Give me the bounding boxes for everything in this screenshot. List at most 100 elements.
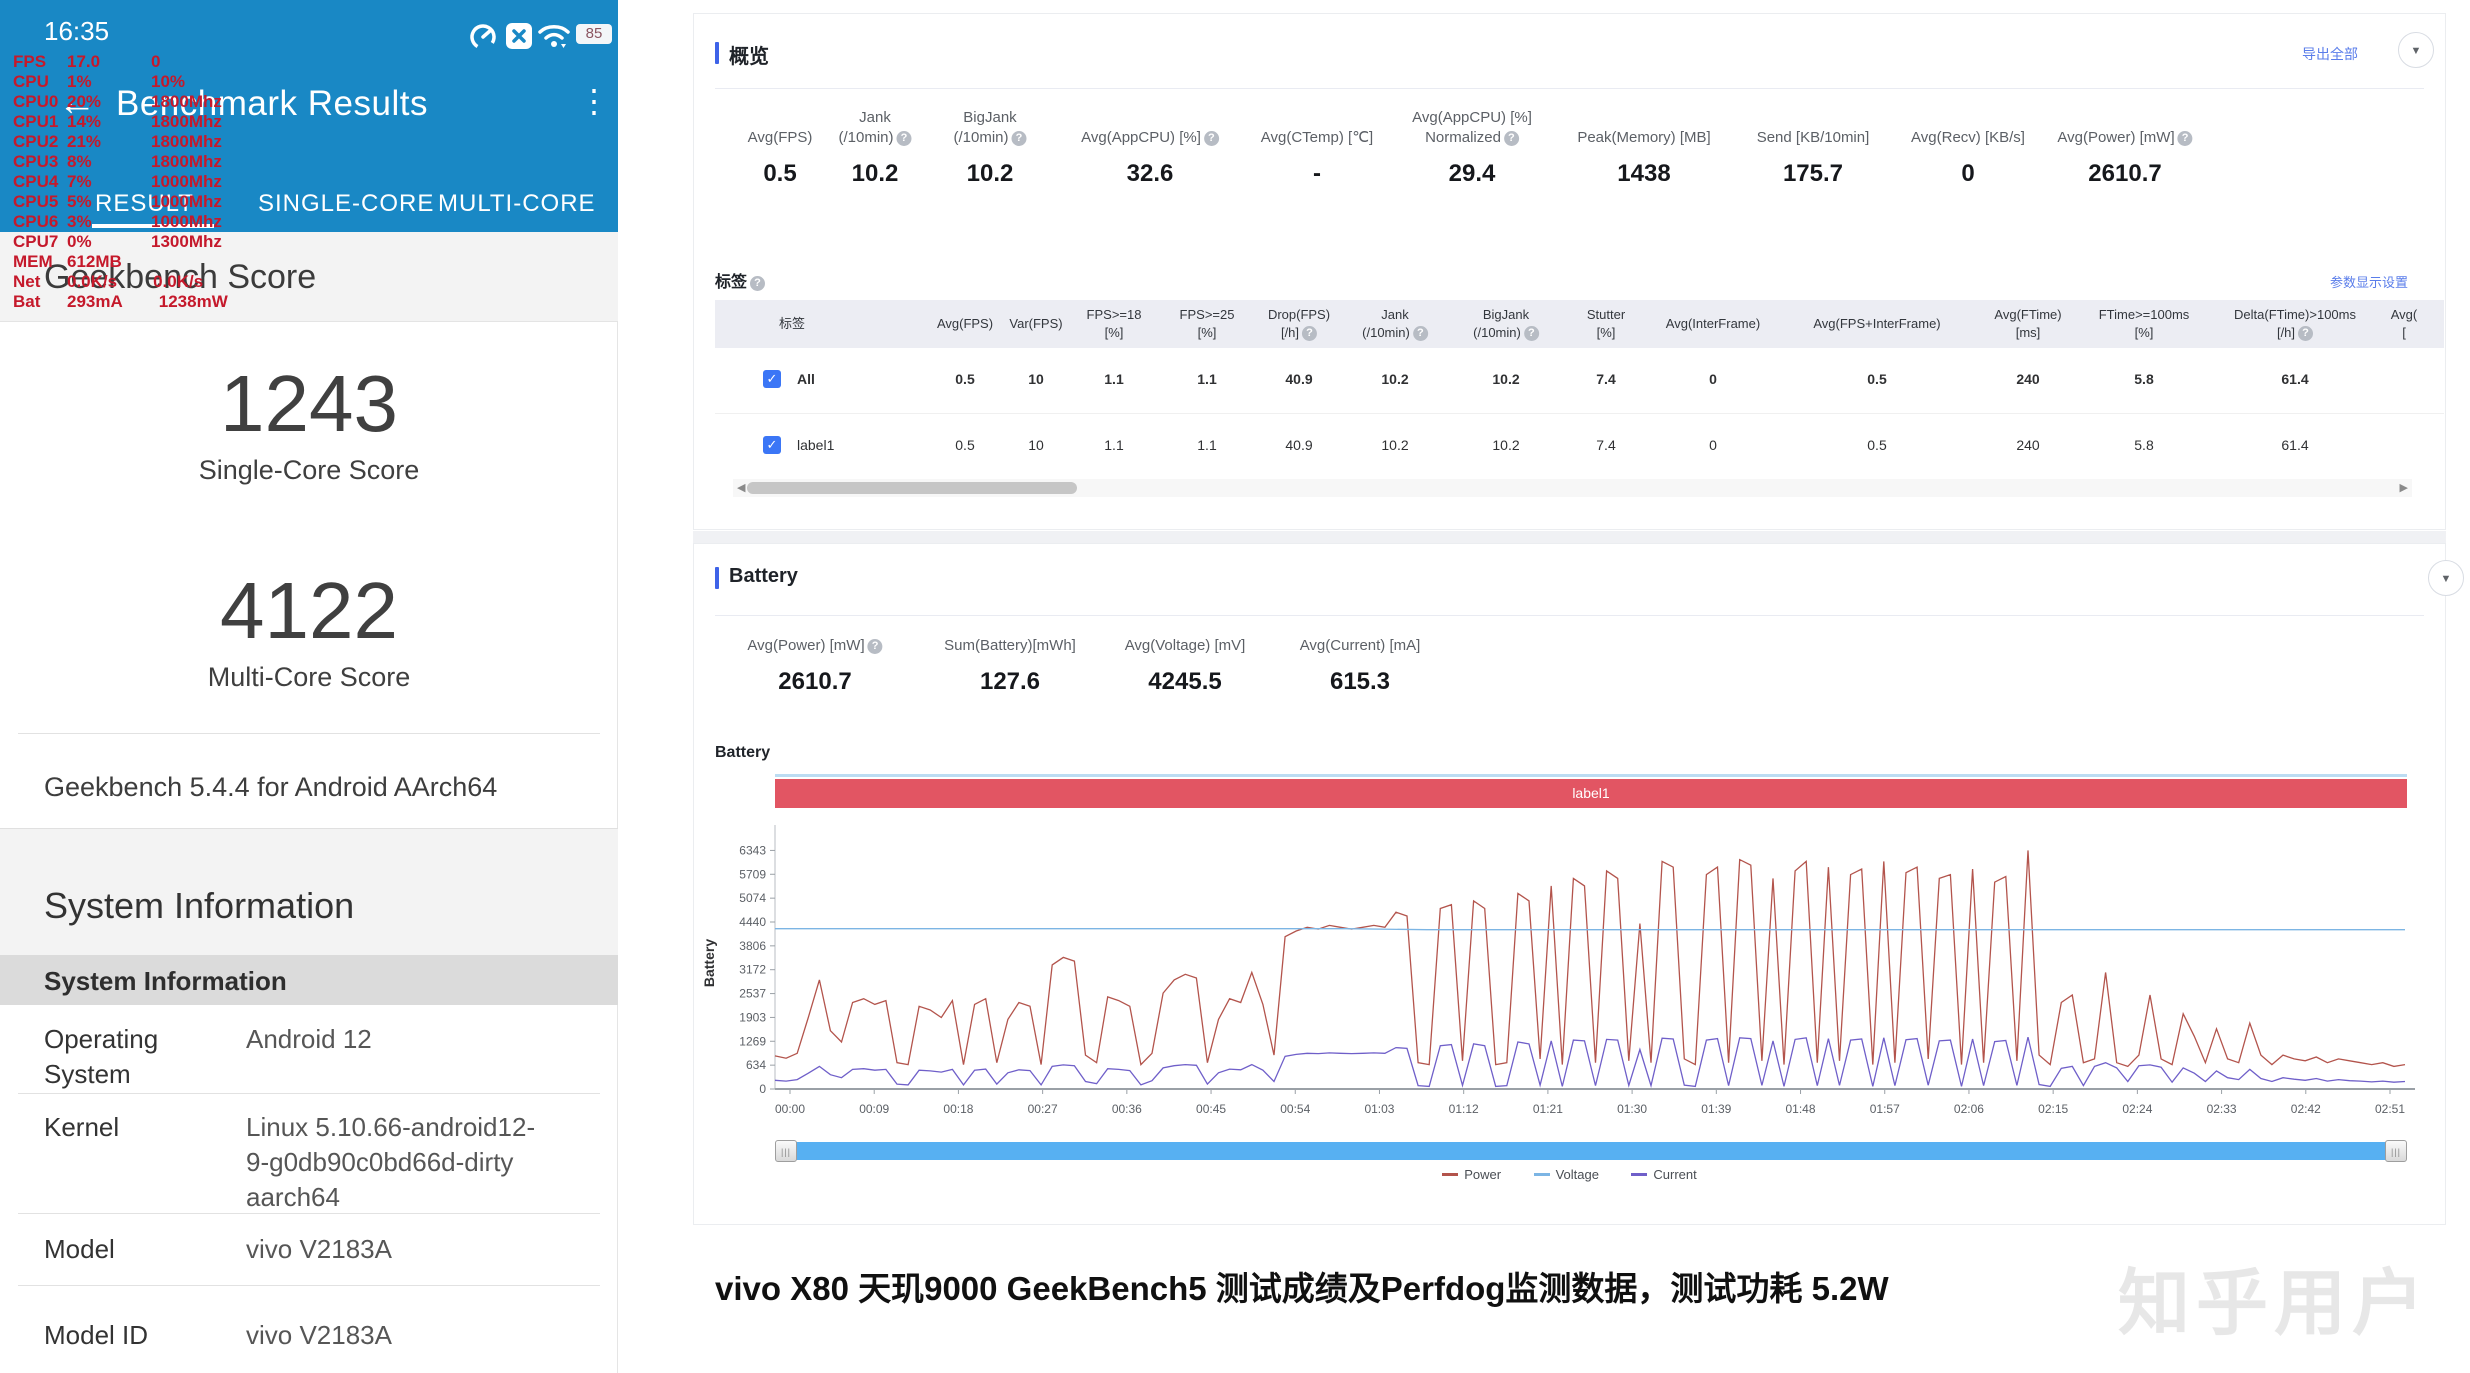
- table-header-cell: FTime>=100ms[%]: [2099, 306, 2190, 342]
- series-power: [775, 850, 2405, 1066]
- row-all-checkbox[interactable]: ✓: [763, 370, 781, 388]
- scroll-right-icon[interactable]: ▶: [2400, 481, 2408, 494]
- help-icon[interactable]: ?: [1504, 131, 1519, 146]
- table-cell: 1.1: [1197, 371, 1216, 387]
- table-cell: 0.5: [1867, 371, 1886, 387]
- os-value: Android 12: [246, 1022, 606, 1057]
- help-icon[interactable]: ?: [750, 276, 765, 291]
- table-cell: 40.9: [1285, 371, 1312, 387]
- perf-overlay-line: Net0.0K/s0.0K/s: [13, 272, 228, 292]
- svg-text:3806: 3806: [739, 939, 766, 953]
- perf-overlay-line: MEM612MB: [13, 252, 228, 272]
- help-icon[interactable]: ?: [868, 639, 883, 654]
- row-label1-label: label1: [797, 437, 834, 453]
- model-id-label: Model ID: [44, 1318, 244, 1353]
- single-core-score-label: Single-Core Score: [0, 455, 618, 486]
- overview-stat: Jank(/10min)?10.2: [838, 108, 911, 188]
- help-icon[interactable]: ?: [2298, 326, 2313, 341]
- svg-text:4440: 4440: [739, 915, 766, 929]
- help-icon[interactable]: ?: [2178, 131, 2193, 146]
- svg-text:00:00: 00:00: [775, 1102, 805, 1116]
- legend-current[interactable]: Current: [1631, 1167, 1696, 1182]
- svg-text:02:15: 02:15: [2038, 1102, 2068, 1116]
- legend-power[interactable]: Power: [1442, 1167, 1501, 1182]
- help-icon[interactable]: ?: [897, 131, 912, 146]
- chart-legend: Power Voltage Current: [693, 1166, 2446, 1184]
- help-icon[interactable]: ?: [1413, 326, 1428, 341]
- table-cell: 0.5: [955, 371, 974, 387]
- help-icon[interactable]: ?: [1012, 131, 1027, 146]
- perf-overlay-line: CPU63%1000Mhz: [13, 212, 228, 232]
- single-core-score: 1243: [0, 358, 618, 450]
- phone-screenshot: 16:35 85 ← Benchmark Results ⋮ RESULT SI…: [0, 0, 618, 1373]
- help-icon[interactable]: ?: [1204, 131, 1219, 146]
- svg-text:634: 634: [746, 1058, 766, 1072]
- series-current: [775, 1037, 2405, 1086]
- tab-multi-core[interactable]: MULTI-CORE: [438, 190, 596, 218]
- battery-stat: Sum(Battery)[mWh]127.6: [944, 636, 1076, 696]
- current-swatch: [1631, 1173, 1647, 1176]
- divider: [18, 1093, 600, 1094]
- chart-range-slider[interactable]: ||| |||: [775, 1140, 2407, 1162]
- svg-text:01:48: 01:48: [1786, 1102, 1816, 1116]
- battery-chart-label: Battery: [715, 744, 770, 762]
- legend-voltage[interactable]: Voltage: [1534, 1167, 1599, 1182]
- perf-overlay-line: CPU114%1800Mhz: [13, 112, 228, 132]
- divider: [715, 413, 2444, 414]
- help-icon[interactable]: ?: [1524, 326, 1539, 341]
- slider-right-handle[interactable]: |||: [2385, 1140, 2407, 1162]
- kernel-value: Linux 5.10.66-android12-9-g0db90c0bd66d-…: [246, 1110, 606, 1215]
- table-cell: 10.2: [1381, 371, 1408, 387]
- table-horizontal-scrollbar[interactable]: ◀ ▶: [733, 479, 2412, 497]
- multi-core-score: 4122: [0, 565, 618, 657]
- svg-text:5709: 5709: [739, 867, 766, 881]
- perf-overlay-line: FPS17.00: [13, 52, 228, 72]
- geekbench-version: Geekbench 5.4.4 for Android AArch64: [44, 772, 497, 803]
- overview-stat: Avg(CTemp) [℃]-: [1261, 108, 1373, 188]
- svg-text:0: 0: [759, 1082, 766, 1096]
- tab-single-core[interactable]: SINGLE-CORE: [258, 190, 434, 218]
- table-header-cell: Delta(FTime)>100ms[/h]?: [2234, 306, 2356, 342]
- divider: [715, 615, 2424, 616]
- slider-left-handle[interactable]: |||: [775, 1140, 797, 1162]
- slider-track[interactable]: [785, 1142, 2397, 1160]
- overview-stat: Avg(Power) [mW]?2610.7: [2057, 108, 2192, 188]
- table-header-cell: Avg(FTime)[ms]: [1994, 306, 2061, 342]
- table-cell: 5.8: [2134, 437, 2153, 453]
- table-cell: 240: [2016, 371, 2039, 387]
- table-header-cell: Avg(FPS): [937, 306, 993, 333]
- scroll-left-icon[interactable]: ◀: [737, 481, 745, 494]
- scrollbar-thumb[interactable]: [747, 482, 1077, 494]
- svg-text:01:57: 01:57: [1870, 1102, 1900, 1116]
- table-header-cell: FPS>=18[%]: [1087, 306, 1142, 342]
- help-icon[interactable]: ?: [1302, 326, 1317, 341]
- overview-collapse-button[interactable]: ▼: [2398, 32, 2434, 68]
- overview-stat: Avg(AppCPU) [%]Normalized?29.4: [1412, 108, 1532, 188]
- caption-text: vivo X80 天玑9000 GeekBench5 测试成绩及Perfdog监…: [715, 1262, 1889, 1310]
- overview-stat: BigJank(/10min)?10.2: [953, 108, 1026, 188]
- svg-text:6343: 6343: [739, 843, 766, 857]
- table-cell: 10.2: [1492, 437, 1519, 453]
- divider: [18, 1285, 600, 1286]
- svg-text:00:27: 00:27: [1028, 1102, 1058, 1116]
- battery-accent-bar: [715, 567, 719, 589]
- model-id-value: vivo V2183A: [246, 1318, 606, 1353]
- svg-text:00:54: 00:54: [1280, 1102, 1310, 1116]
- overflow-menu-icon[interactable]: ⋮: [578, 82, 610, 120]
- export-all-link[interactable]: 导出全部: [2302, 44, 2358, 64]
- svg-text:00:36: 00:36: [1112, 1102, 1142, 1116]
- row-label1-checkbox[interactable]: ✓: [763, 436, 781, 454]
- overview-stat: Avg(FPS)0.5: [748, 108, 813, 188]
- svg-text:3172: 3172: [739, 963, 766, 977]
- table-cell: 7.4: [1596, 437, 1615, 453]
- no-sim-icon: [505, 22, 533, 50]
- divider: [18, 1213, 600, 1214]
- battery-collapse-button[interactable]: ▼: [2428, 560, 2464, 596]
- table-cell: 0.5: [1867, 437, 1886, 453]
- battery-indicator: 85: [576, 24, 612, 44]
- watermark: 知乎用户: [2118, 1244, 2430, 1349]
- parameter-display-settings-link[interactable]: 参数显示设置: [2330, 272, 2408, 291]
- overview-stat: Send [KB/10min]175.7: [1757, 108, 1870, 188]
- battery-stat: Avg(Power) [mW]?2610.7: [747, 636, 882, 696]
- svg-text:02:42: 02:42: [2291, 1102, 2321, 1116]
